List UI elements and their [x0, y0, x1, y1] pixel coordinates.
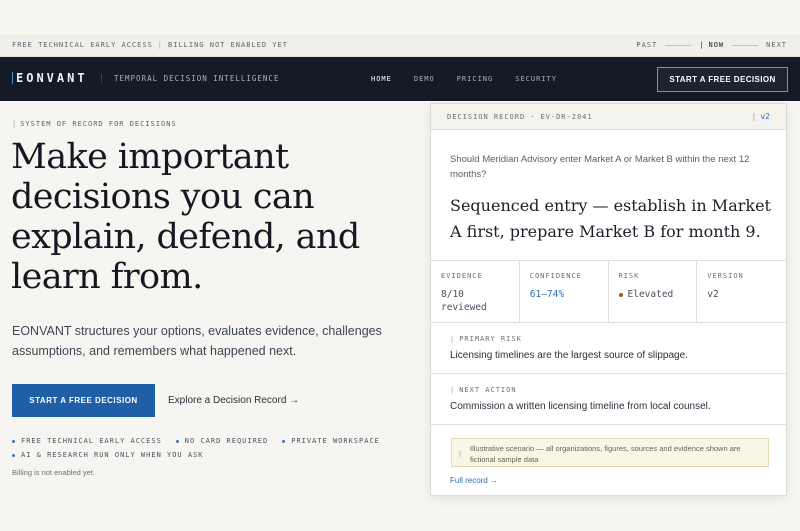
record-id: DECISION RECORD · EV-DR-2041	[447, 113, 593, 121]
logo-mark-icon	[12, 72, 13, 84]
stat-version: VERSION v2	[697, 261, 786, 322]
decision-answer: Sequenced entry — establish in Market A …	[450, 196, 771, 241]
timeline-now-marker: |	[699, 41, 705, 49]
nav-links: HOME DEMO PRICING SECURITY	[371, 75, 579, 83]
primary-risk-section: | PRIMARY RISK Licensing timelines are th…	[431, 323, 786, 374]
stat-value: Elevated	[618, 288, 697, 301]
billing-note: Billing is not enabled yet.	[12, 468, 95, 477]
stat-label: EVIDENCE	[441, 272, 483, 280]
announcement-strip: FREE TECHNICAL EARLY ACCESS | BILLING NOT …	[0, 35, 800, 57]
stat-value: 61–74%	[529, 289, 565, 300]
headline-line: explain, defend, and	[11, 217, 360, 257]
decision-record-card: DECISION RECORD · EV-DR-2041 | v2 Should Me…	[430, 103, 787, 496]
next-action-section: | NEXT ACTION Commission a written licens…	[431, 374, 786, 425]
illustrative-disclaimer: | Illustrative scenario — all organizati…	[451, 438, 769, 467]
hero-eyebrow: | SYSTEM OF RECORD FOR DECISIONS	[12, 120, 177, 128]
record-separator: ·	[530, 113, 536, 121]
nav-link-pricing[interactable]: PRICING	[457, 75, 494, 83]
bullet-item: NO CARD REQUIRED	[175, 434, 269, 448]
bullet-dot-icon	[12, 439, 15, 443]
logo-text: EONVANT	[16, 71, 88, 85]
stat-label: VERSION	[707, 272, 744, 280]
next-action-text: Commission a written licensing timeline …	[450, 401, 711, 412]
lede-line: EONVANT structures your options, evaluat…	[12, 324, 382, 338]
bullet-item: FREE TECHNICAL EARLY ACCESS	[12, 434, 162, 448]
section-marker: |	[450, 335, 456, 343]
bullet-text: AI & RESEARCH RUN ONLY WHEN YOU ASK	[21, 451, 204, 459]
version-marker: |	[751, 112, 757, 121]
stat-label: CONFIDENCE	[529, 272, 582, 280]
disclaimer-marker: |	[459, 449, 461, 458]
timeline-next[interactable]: NEXT	[766, 41, 787, 49]
lede-line: assumptions, and remembers what happened…	[12, 344, 297, 358]
bullet-dot-icon	[175, 439, 179, 443]
stat-value: v2	[707, 289, 719, 300]
timeline-divider	[665, 44, 692, 46]
nav-link-demo[interactable]: DEMO	[414, 75, 435, 83]
strip-notice-billing: BILLING NOT ENABLED YET	[168, 41, 288, 49]
decision-question: Should Meridian Advisory enter Market A …	[450, 154, 750, 180]
bullet-dot-icon	[282, 439, 286, 443]
full-record-link[interactable]: Full record →	[450, 476, 498, 485]
version-badge-text: v2	[760, 112, 770, 121]
headline-line: Make important	[11, 137, 289, 177]
version-badge[interactable]: | v2	[752, 112, 770, 121]
bullet-text: PRIVATE WORKSPACE	[291, 437, 380, 445]
bullet-item: PRIVATE WORKSPACE	[282, 434, 380, 448]
bullet-row: FREE TECHNICAL EARLY ACCESS NO CARD REQU…	[12, 434, 394, 448]
timeline-now[interactable]: NOW	[708, 41, 724, 49]
primary-risk-text: Licensing timelines are the largest sour…	[450, 350, 688, 361]
record-stats: EVIDENCE 8/10 reviewed CONFIDENCE 61–74%…	[431, 260, 786, 323]
stat-value: 8/10 reviewed	[441, 288, 519, 314]
stat-confidence: CONFIDENCE 61–74%	[520, 261, 609, 322]
logo[interactable]: EONVANT	[12, 71, 88, 85]
bullet-text: NO CARD REQUIRED	[184, 437, 269, 445]
section-label-text: PRIMARY RISK	[459, 335, 522, 343]
risk-status-dot-icon	[618, 292, 623, 297]
timeline-past[interactable]: PAST	[636, 41, 657, 49]
section-marker: |	[450, 386, 456, 394]
record-label: DECISION RECORD	[447, 113, 526, 121]
section-label-text: NEXT ACTION	[459, 386, 517, 394]
strip-notice-early-access: FREE TECHNICAL EARLY ACCESS	[12, 41, 153, 49]
stat-label: RISK	[618, 272, 640, 280]
hero-lede: EONVANT structures your options, evaluat…	[12, 321, 392, 361]
record-number: EV-DR-2041	[540, 113, 593, 121]
bullet-item: AI & RESEARCH RUN ONLY WHEN YOU ASK	[12, 448, 204, 462]
timeline-divider	[732, 44, 759, 46]
timeline-nav: PAST | NOW NEXT	[636, 41, 787, 49]
evidence-status: reviewed	[441, 302, 487, 313]
section-label: | PRIMARY RISK	[450, 335, 522, 343]
card-header: DECISION RECORD · EV-DR-2041 | v2	[431, 104, 786, 130]
hero-start-decision-button[interactable]: START A FREE DECISION	[12, 384, 155, 417]
eyebrow-marker: |	[12, 120, 18, 128]
section-label: | NEXT ACTION	[450, 386, 517, 394]
disclaimer-text: Illustrative scenario — all organization…	[470, 444, 741, 464]
bullet-text: FREE TECHNICAL EARLY ACCESS	[21, 437, 162, 445]
stat-risk: RISK Elevated	[609, 261, 698, 322]
headline-line: decisions you can	[11, 177, 315, 217]
explore-record-link[interactable]: Explore a Decision Record →	[168, 395, 299, 406]
headline-line: learn from.	[11, 257, 203, 297]
bullet-dot-icon	[12, 453, 15, 457]
tagline: TEMPORAL DECISION INTELLIGENCE	[101, 74, 279, 83]
nav-start-decision-button[interactable]: START A FREE DECISION	[657, 67, 788, 92]
strip-separator: |	[157, 41, 164, 49]
nav-link-security[interactable]: SECURITY	[515, 75, 557, 83]
evidence-count: 8/10	[441, 289, 464, 300]
eyebrow-text: SYSTEM OF RECORD FOR DECISIONS	[20, 120, 177, 128]
feature-bullets: FREE TECHNICAL EARLY ACCESS NO CARD REQU…	[12, 434, 394, 462]
strip-notices: FREE TECHNICAL EARLY ACCESS | BILLING NOT …	[12, 41, 288, 49]
nav-link-home[interactable]: HOME	[371, 75, 392, 83]
stat-evidence: EVIDENCE 8/10 reviewed	[431, 261, 520, 322]
risk-level: Elevated	[627, 289, 674, 300]
hero-headline: Make important decisions you can explain…	[11, 137, 411, 297]
bullet-row: AI & RESEARCH RUN ONLY WHEN YOU ASK	[12, 448, 394, 462]
